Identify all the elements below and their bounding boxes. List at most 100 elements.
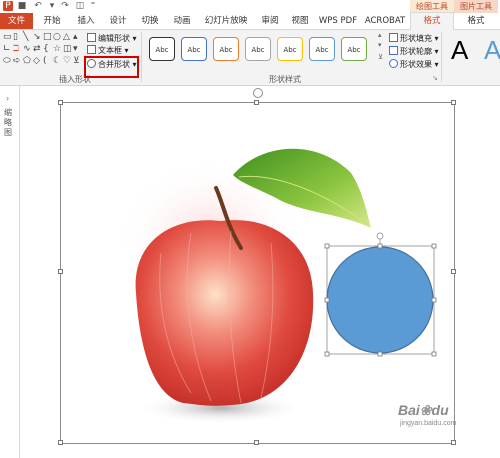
merge-shapes-highlight bbox=[84, 56, 139, 78]
tab-format-drawing[interactable]: 格式 bbox=[410, 12, 454, 30]
baidu-watermark: Bai❀du bbox=[398, 402, 449, 419]
tab-wps-pdf[interactable]: WPS PDF bbox=[316, 13, 360, 29]
picture-resize-handle[interactable] bbox=[254, 440, 259, 445]
shape-style-swatch[interactable]: Abc bbox=[277, 37, 303, 61]
text-box-label: 文本框 bbox=[98, 46, 122, 55]
shape-effects-button[interactable]: 形状效果 ▾ bbox=[389, 59, 439, 70]
edit-shape-icon bbox=[87, 33, 96, 42]
flowchart-shape-icon[interactable]: ⬠ bbox=[23, 57, 31, 66]
watermark-suffix: du bbox=[431, 402, 449, 418]
start-slideshow-icon[interactable]: ◫ bbox=[75, 1, 85, 11]
shape-style-swatch[interactable]: Abc bbox=[341, 37, 367, 61]
picture-rotate-handle-icon[interactable] bbox=[253, 88, 263, 98]
picture-resize-handle[interactable] bbox=[58, 100, 63, 105]
textbox-shape-icon[interactable]: ▭ bbox=[3, 33, 12, 42]
textbox-vertical-shape-icon[interactable]: ▯ bbox=[13, 33, 18, 42]
edit-shape-label: 编辑形状 bbox=[98, 34, 130, 43]
gallery-scroll-up-icon[interactable]: ▴ bbox=[73, 33, 78, 42]
tab-design[interactable]: 设计 bbox=[104, 13, 132, 29]
shape-fill-button[interactable]: 形状填充 ▾ bbox=[389, 33, 439, 44]
shape-style-swatch[interactable]: Abc bbox=[309, 37, 335, 61]
tab-file[interactable]: 文件 bbox=[0, 13, 33, 29]
slide[interactable] bbox=[60, 102, 455, 444]
shapes-gallery[interactable]: ▭ ▯ ╲ ↘ □ ○ △ ▴ ∟ ℶ ∿ ⇄ { ☆ ◫ ▾ ⬭ ➪ ⬠ ◇ … bbox=[3, 33, 80, 69]
group-separator bbox=[141, 32, 142, 82]
tab-review[interactable]: 审阅 bbox=[256, 13, 284, 29]
callout-shape-icon[interactable]: ◫ bbox=[63, 45, 72, 54]
ribbon: ▭ ▯ ╲ ↘ □ ○ △ ▴ ∟ ℶ ∿ ⇄ { ☆ ◫ ▾ ⬭ ➪ ⬠ ◇ … bbox=[0, 30, 500, 86]
save-icon[interactable]: ■ bbox=[17, 1, 27, 11]
thumbnail-pane: › 缩略图 bbox=[0, 86, 20, 458]
tab-acrobat[interactable]: ACROBAT bbox=[362, 13, 408, 29]
pen-outline-icon bbox=[389, 46, 398, 55]
wordart-style-black[interactable]: A bbox=[451, 33, 468, 67]
shape-style-swatch[interactable]: Abc bbox=[213, 37, 239, 61]
dialog-launcher-icon[interactable]: ↘ bbox=[432, 73, 438, 84]
shape-fill-label: 形状填充 bbox=[400, 34, 432, 43]
line-shape-icon[interactable]: ╲ bbox=[23, 33, 28, 42]
group-separator bbox=[441, 32, 442, 82]
picture-resize-handle[interactable] bbox=[451, 269, 456, 274]
shape-styles-group-label: 形状样式 bbox=[269, 75, 301, 84]
undo-dropdown-icon[interactable]: ▾ bbox=[47, 1, 57, 11]
customize-quick-access-icon[interactable]: ⁼ bbox=[88, 1, 98, 11]
rectangle-shape-icon[interactable]: □ bbox=[43, 33, 52, 42]
slide-content bbox=[116, 148, 437, 424]
curve-shape-icon[interactable]: ∿ bbox=[23, 45, 31, 54]
watermark-text: Bai bbox=[398, 402, 420, 418]
picture-tools-context: 图片工具 bbox=[454, 0, 498, 13]
star-shape-icon[interactable]: ☆ bbox=[53, 45, 61, 54]
picture-resize-handle[interactable] bbox=[451, 440, 456, 445]
picture-resize-handle[interactable] bbox=[58, 440, 63, 445]
shape-outline-label: 形状轮廓 bbox=[400, 47, 432, 56]
picture-resize-handle[interactable] bbox=[254, 100, 259, 105]
rounded-shape-icon[interactable]: ⬭ bbox=[3, 57, 11, 66]
gallery-scroll-down-icon[interactable]: ▾ bbox=[73, 45, 78, 54]
tab-home[interactable]: 开始 bbox=[38, 13, 66, 29]
picture-resize-handle[interactable] bbox=[58, 269, 63, 274]
brace-shape-icon[interactable]: { bbox=[43, 45, 49, 54]
shape-style-swatch[interactable]: Abc bbox=[149, 37, 175, 61]
style-gallery-down-icon[interactable]: ▾ bbox=[378, 40, 382, 51]
app-logo-icon: P bbox=[3, 1, 13, 11]
text-box-button[interactable]: 文本框 ▾ bbox=[87, 45, 129, 56]
text-box-icon bbox=[87, 45, 96, 54]
blue-circle-shape[interactable] bbox=[326, 246, 434, 354]
circle-rotate-handle-icon[interactable] bbox=[376, 232, 384, 240]
paint-bucket-icon bbox=[389, 33, 398, 42]
arrow-shape-icon[interactable]: ↘ bbox=[33, 33, 41, 42]
expand-pane-icon[interactable]: › bbox=[6, 94, 9, 103]
elbow-connector-shape-icon[interactable]: ℶ bbox=[13, 45, 19, 54]
thumbnail-pane-label[interactable]: 缩略图 bbox=[4, 108, 14, 138]
tab-format-picture[interactable]: 格式 bbox=[456, 13, 496, 29]
block-arrow-shape-icon[interactable]: ➪ bbox=[13, 57, 21, 66]
double-arrow-shape-icon[interactable]: ⇄ bbox=[33, 45, 41, 54]
action-shape-icon[interactable]: ◇ bbox=[33, 57, 40, 66]
heart-shape-icon[interactable]: ♡ bbox=[63, 57, 71, 66]
shape-style-swatch[interactable]: Abc bbox=[245, 37, 271, 61]
tab-view[interactable]: 视图 bbox=[286, 13, 314, 29]
tab-transitions[interactable]: 切换 bbox=[136, 13, 164, 29]
oval-shape-icon[interactable]: ○ bbox=[53, 33, 61, 42]
watermark-url: jingyan.baidu.com bbox=[400, 420, 457, 427]
paw-icon: ❀ bbox=[419, 402, 432, 418]
shape-outline-button[interactable]: 形状轮廓 ▾ bbox=[389, 46, 439, 57]
effects-icon bbox=[389, 59, 398, 68]
redo-icon[interactable]: ↷ bbox=[60, 1, 70, 11]
style-gallery-more-icon[interactable]: ⊻ bbox=[378, 52, 383, 63]
tab-insert[interactable]: 插入 bbox=[72, 13, 100, 29]
picture-resize-handle[interactable] bbox=[451, 100, 456, 105]
bracket-shape-icon[interactable]: ( bbox=[43, 57, 47, 66]
gallery-more-icon[interactable]: ⊻ bbox=[73, 57, 80, 66]
tab-slideshow[interactable]: 幻灯片放映 bbox=[199, 13, 253, 29]
shape-style-swatch[interactable]: Abc bbox=[181, 37, 207, 61]
ribbon-tab-bar: 文件 开始 插入 设计 切换 动画 幻灯片放映 审阅 视图 WPS PDF AC… bbox=[0, 12, 500, 30]
moon-shape-icon[interactable]: ☾ bbox=[53, 57, 61, 66]
triangle-shape-icon[interactable]: △ bbox=[63, 33, 70, 42]
shape-effects-label: 形状效果 bbox=[400, 60, 432, 69]
tab-animations[interactable]: 动画 bbox=[168, 13, 196, 29]
connector-shape-icon[interactable]: ∟ bbox=[3, 45, 11, 54]
wordart-style-blue[interactable]: A bbox=[484, 33, 500, 67]
edit-shape-button[interactable]: 编辑形状 ▾ bbox=[87, 33, 137, 44]
undo-icon[interactable]: ↶ bbox=[33, 1, 43, 11]
